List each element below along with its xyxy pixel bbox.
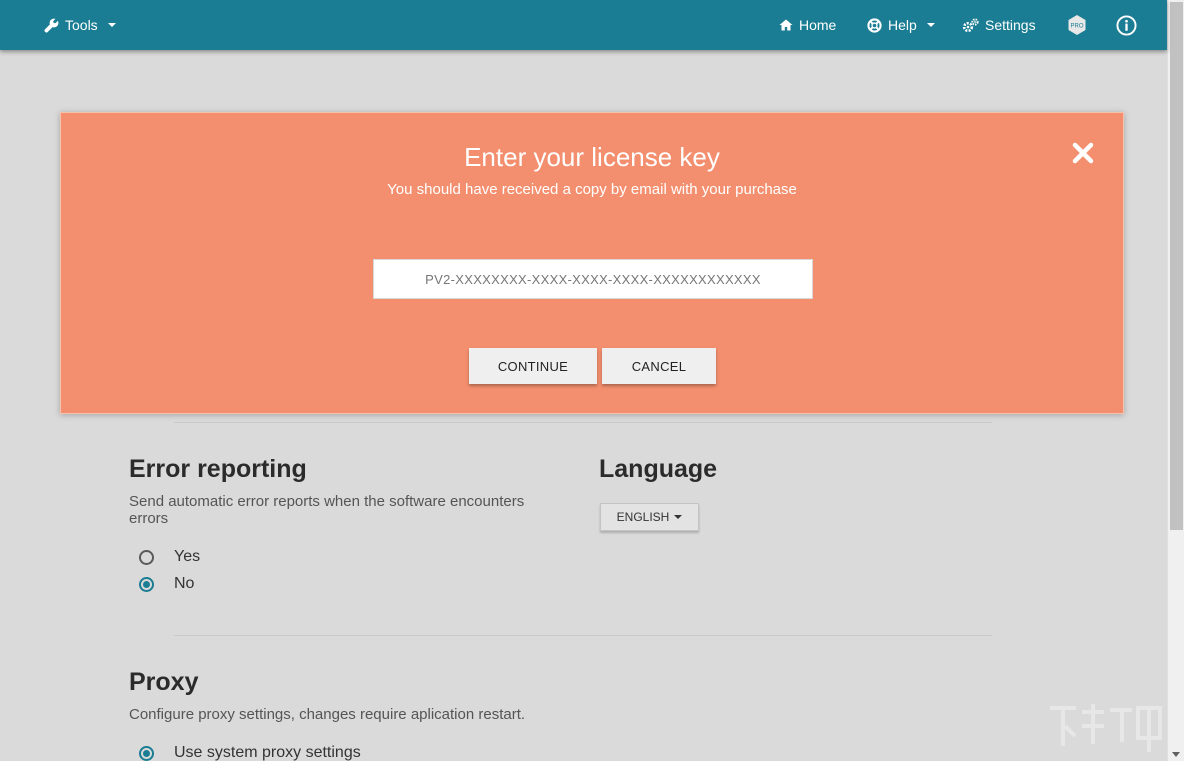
chevron-down-icon bbox=[107, 23, 116, 27]
radio-button[interactable] bbox=[139, 549, 154, 565]
info-button[interactable] bbox=[1116, 0, 1137, 50]
radio-label: Use system proxy settings bbox=[174, 744, 361, 761]
chevron-down-icon bbox=[926, 23, 935, 27]
settings-label: Settings bbox=[985, 17, 1036, 33]
radio-button-checked[interactable] bbox=[139, 745, 154, 761]
section-divider bbox=[174, 422, 992, 423]
cancel-button[interactable]: CANCEL bbox=[602, 348, 716, 384]
radio-button-checked[interactable] bbox=[139, 576, 154, 592]
language-selected-label: ENGLISH bbox=[616, 510, 670, 524]
error-reporting-yes-option[interactable]: Yes bbox=[139, 548, 200, 566]
dialog-subtitle: You should have received a copy by email… bbox=[387, 181, 797, 198]
continue-button[interactable]: CONTINUE bbox=[469, 348, 597, 384]
chevron-down-icon bbox=[674, 515, 683, 519]
wrench-icon bbox=[44, 18, 59, 33]
language-title: Language bbox=[599, 455, 718, 483]
settings-link[interactable]: Settings bbox=[962, 0, 1036, 50]
pro-badge-button[interactable]: PRO bbox=[1067, 0, 1087, 50]
tools-label: Tools bbox=[65, 17, 98, 33]
license-key-dialog: Enter your license key You should have r… bbox=[60, 112, 1124, 414]
license-key-input[interactable] bbox=[373, 259, 813, 299]
proxy-description: Configure proxy settings, changes requir… bbox=[129, 706, 526, 723]
error-reporting-no-option[interactable]: No bbox=[139, 575, 194, 593]
section-divider bbox=[174, 635, 992, 636]
scroll-down-arrow-icon[interactable] bbox=[1172, 752, 1180, 757]
error-reporting-title: Error reporting bbox=[129, 455, 307, 483]
home-label: Home bbox=[799, 17, 837, 33]
top-navbar: Tools Home Help Settings PRO bbox=[0, 0, 1167, 50]
scrollbar-thumb[interactable] bbox=[1170, 2, 1183, 530]
gears-icon bbox=[962, 17, 979, 32]
home-icon bbox=[779, 19, 793, 31]
radio-label: Yes bbox=[174, 548, 201, 565]
error-reporting-description-line: errors bbox=[129, 510, 169, 527]
language-dropdown[interactable]: ENGLISH bbox=[600, 503, 699, 531]
help-label: Help bbox=[888, 17, 917, 33]
pro-badge-icon: PRO bbox=[1068, 15, 1086, 35]
dialog-title: Enter your license key bbox=[464, 142, 720, 172]
page-scrollbar[interactable] bbox=[1167, 0, 1184, 761]
close-dialog-button[interactable] bbox=[1070, 140, 1096, 166]
lifebuoy-icon bbox=[867, 17, 882, 33]
site-watermark-logo bbox=[1050, 704, 1162, 752]
pro-badge-text: PRO bbox=[1070, 24, 1083, 30]
radio-label: No bbox=[174, 575, 195, 592]
proxy-title: Proxy bbox=[129, 668, 199, 696]
help-menu[interactable]: Help bbox=[867, 0, 935, 50]
error-reporting-description: Send automatic error reports when the so… bbox=[129, 493, 524, 527]
close-icon bbox=[1072, 142, 1094, 164]
tools-menu[interactable]: Tools bbox=[44, 0, 116, 50]
proxy-system-option[interactable]: Use system proxy settings bbox=[139, 744, 361, 761]
info-icon bbox=[1116, 14, 1137, 36]
home-link[interactable]: Home bbox=[779, 0, 836, 50]
error-reporting-description-line: Send automatic error reports when the so… bbox=[129, 493, 525, 510]
